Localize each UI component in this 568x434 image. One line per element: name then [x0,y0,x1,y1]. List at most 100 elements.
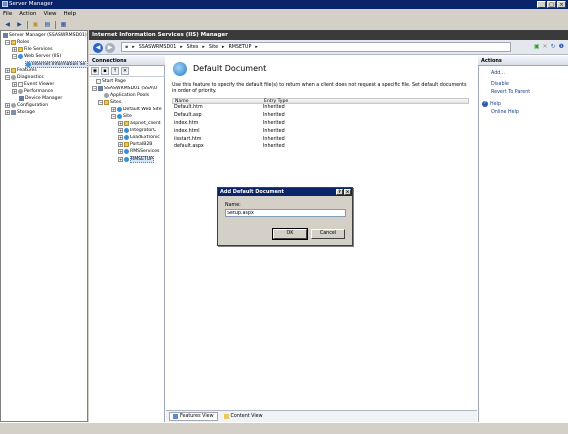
server-icon: ▪ [125,44,129,50]
column-header-name[interactable]: Name [173,99,262,104]
conn-item-app-pools[interactable]: Application Pools [104,93,149,98]
conn-item-start-page[interactable]: Start Page [96,79,126,84]
action-disable[interactable]: Disable [491,82,509,87]
minimize-button[interactable]: _ [537,1,546,8]
delete-connection-icon[interactable]: ✕ [121,67,129,75]
menu-action[interactable]: Action [19,11,36,17]
breadcrumb-sites[interactable]: Sites [187,45,199,50]
expand-toggle[interactable]: + [118,121,123,126]
save-icon[interactable]: ▪ [101,67,109,75]
menu-file[interactable]: File [3,11,12,17]
breadcrumb-site[interactable]: Site [209,45,218,50]
cell-name: index.html [174,128,200,134]
table-row[interactable]: index.htm Inherited [172,120,469,128]
refresh-icon[interactable]: ↻ [551,43,556,50]
column-header-entry-type[interactable]: Entry Type [262,99,362,104]
table-row[interactable]: default.aspx Inherited [172,143,469,151]
breadcrumb-server[interactable]: SSASWRMSD01 [139,45,177,50]
cancel-button[interactable]: Cancel [311,229,345,239]
back-button[interactable]: ◀ [93,43,103,53]
dialog-help-button[interactable]: ? [336,189,343,195]
tree-item-label: File Services [24,47,53,52]
action-help[interactable]: ? Help [482,101,501,107]
expand-toggle[interactable]: + [12,47,17,52]
tree-item-configuration[interactable]: + Configuration [5,103,48,108]
conn-item-server[interactable]: − SSASWRMSD01 (SSA\U [92,86,165,91]
back-arrow-icon[interactable]: ◀ [3,21,12,29]
forward-button[interactable]: ▶ [105,43,115,53]
collapse-toggle[interactable]: − [111,114,116,119]
action-revert-to-parent[interactable]: Revert To Parent [491,90,530,95]
menu-view[interactable]: View [43,11,56,17]
collapse-toggle[interactable]: − [92,86,97,91]
tree-item-performance[interactable]: + Performance [12,89,53,94]
conn-item-default-web-site[interactable]: + Default Web Site [111,107,165,112]
dialog-close-button[interactable]: × [344,189,351,195]
table-row[interactable]: Default.asp Inherited [172,112,469,120]
show-hide-tree-icon[interactable]: ▤ [43,21,52,29]
tab-content-view[interactable]: Content View [221,412,266,421]
collapse-toggle[interactable]: − [12,54,17,59]
connect-globe-icon[interactable]: ◉ [91,67,99,75]
expand-toggle[interactable]: + [111,107,116,112]
table-row[interactable]: iisstart.htm Inherited [172,135,469,143]
table-row[interactable]: Default.htm Inherited [172,104,469,112]
cell-name: Default.asp [174,113,202,119]
tree-item-server-manager[interactable]: Server Manager (SSASWRMSD01) [3,33,87,38]
table-row[interactable]: index.html Inherited [172,127,469,135]
maximize-button[interactable]: □ [547,1,556,8]
app-icon [124,149,129,154]
close-button[interactable]: × [557,1,566,8]
tree-item-file-services[interactable]: + File Services [12,47,53,52]
tree-item-label: Configuration [17,103,49,108]
conn-item-site[interactable]: − Site [111,114,132,119]
conn-item-loadextronic[interactable]: + LoadExtronic [118,135,165,140]
stop-icon[interactable]: ✕ [543,43,548,50]
expand-toggle[interactable]: + [5,110,10,115]
conn-item-integratorc[interactable]: + IntegratorC [118,128,165,133]
ok-button[interactable]: OK [272,228,308,240]
expand-toggle[interactable]: + [118,135,123,140]
performance-icon [18,89,23,94]
collapse-toggle[interactable]: − [5,75,10,80]
action-add[interactable]: Add... [491,71,505,76]
conn-item-aspnet-client[interactable]: + aspnet_client [118,121,165,126]
action-online-help[interactable]: Online Help [491,110,519,115]
conn-item-rmsservices[interactable]: + RMSServices [118,149,159,154]
collapse-toggle[interactable]: − [5,40,10,45]
tree-item-features[interactable]: + Features [5,68,37,73]
tab-features-view[interactable]: Features View [169,412,218,421]
cell-entry-type: Inherited [263,128,285,134]
up-icon[interactable]: ↑ [111,67,119,75]
expand-toggle[interactable]: + [12,89,17,94]
expand-toggle[interactable]: + [118,142,123,147]
help-dropdown-icon[interactable]: ❶ [559,43,564,50]
menu-help[interactable]: Help [64,11,77,17]
expand-toggle[interactable]: + [118,157,123,162]
tree-item-label: Internet Information Se [32,62,86,67]
expand-toggle[interactable]: + [12,82,17,87]
expand-toggle[interactable]: + [5,68,10,73]
collapse-toggle[interactable]: − [98,100,103,105]
conn-item-portalb2b[interactable]: + PortalB2B [118,142,152,147]
expand-toggle[interactable]: + [118,149,123,154]
name-input[interactable] [225,209,346,217]
tree-item-device-manager[interactable]: Device Manager [19,96,62,101]
up-folder-icon[interactable]: ▣ [31,21,40,29]
tree-item-storage[interactable]: + Storage [5,110,35,115]
expand-toggle[interactable]: + [118,128,123,133]
conn-item-sites[interactable]: − Sites [98,100,121,105]
conn-item-rmsetup[interactable]: + RMSETUP [118,156,154,163]
help-icon[interactable]: ▦ [59,21,68,29]
connect-icon[interactable]: ▣ [534,43,540,50]
conn-item-label: Application Pools [110,93,150,98]
expand-toggle[interactable]: + [5,103,10,108]
cell-entry-type: Inherited [263,105,285,111]
tree-item-event-viewer[interactable]: + Event Viewer [12,82,54,87]
breadcrumb-rmsetup[interactable]: RMSETUP [228,45,251,50]
forward-arrow-icon[interactable]: ▶ [15,21,24,29]
tree-item-roles[interactable]: − Roles [5,40,29,45]
tree-item-web-server[interactable]: − Web Server (IIS) [12,54,61,59]
tree-item-iis-manager[interactable]: Internet Information Se [25,61,88,68]
tree-item-diagnostics[interactable]: − Diagnostics [5,75,44,80]
